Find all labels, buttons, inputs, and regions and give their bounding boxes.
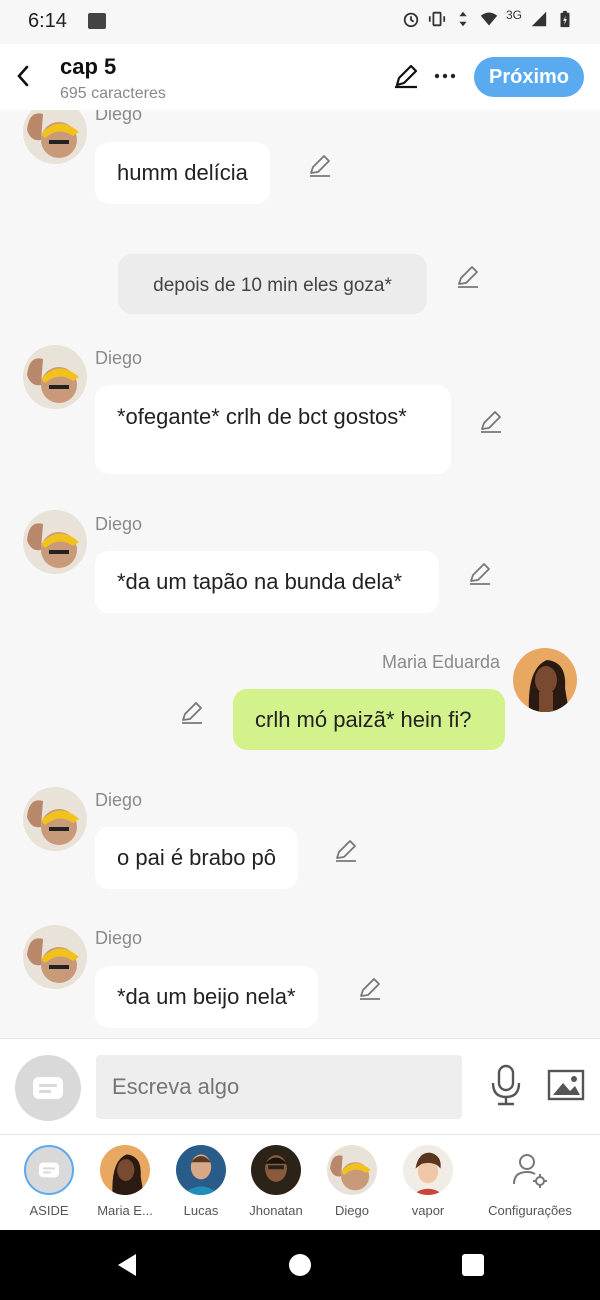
message-bubble[interactable]: humm delícia [95,142,270,204]
avatar-diego[interactable] [23,110,87,164]
more-dots-icon [434,73,456,79]
avatar [176,1145,226,1195]
sender-name: Diego [95,928,143,948]
nav-recents-icon[interactable] [462,1254,484,1276]
avatar [251,1145,301,1195]
message-bubble[interactable]: *da um beijo nela* [95,966,318,1028]
vibrate-icon [428,11,446,27]
character-label: Lucas [183,1203,219,1218]
message-bubble[interactable]: o pai é brabo pô [95,827,299,889]
status-time: 6:14 [28,10,67,32]
sender-name: Diego [95,348,143,368]
microphone-icon[interactable] [486,1063,526,1107]
chevron-left-icon [17,65,29,87]
edit-message-icon[interactable] [455,263,481,289]
avatar [327,1145,377,1195]
sender-name: Diego [95,790,143,810]
avatar [100,1145,150,1195]
message-list[interactable]: Diego humm delícia depois de 10 min eles… [0,110,600,1038]
aside-message-icon [33,1077,63,1099]
image-upload-icon[interactable] [546,1067,586,1103]
character-lucas[interactable]: Lucas [163,1145,239,1227]
character-vapor[interactable]: vapor [390,1145,466,1227]
composer [0,1038,600,1134]
avatar-diego[interactable] [23,510,87,574]
avatar-diego[interactable] [23,345,87,409]
status-icons: 3G [402,8,574,28]
character-aside[interactable]: ASIDE [11,1145,87,1227]
user-settings-icon [513,1154,547,1188]
character-label: Maria E... [97,1203,153,1218]
nav-home-icon[interactable] [289,1254,311,1276]
image-notification-icon [88,13,106,29]
character-jhonatan[interactable]: Jhonatan [238,1145,314,1227]
network-type: 3G [505,8,522,22]
avatar-diego[interactable] [23,787,87,851]
edit-message-icon[interactable] [478,408,504,434]
character-label: ASIDE [29,1203,69,1218]
pencil-icon[interactable] [392,62,420,90]
aside-toggle-button[interactable] [15,1055,81,1121]
sender-name: Diego [95,514,143,534]
settings-button[interactable]: Configurações [478,1145,582,1227]
more-options-button[interactable] [430,62,460,90]
header: cap 5 695 caracteres Próximo [0,44,600,110]
nav-back-icon[interactable] [114,1252,140,1278]
aside-avatar [24,1145,74,1195]
sender-name: Maria Eduarda [382,652,501,672]
battery-icon [560,10,570,28]
wifi-icon [480,12,498,26]
settings-icon-wrap [505,1145,555,1195]
character-count: 695 caracteres [60,85,166,102]
aside-message-icon [39,1162,59,1178]
message-bubble[interactable]: *da um tapão na bunda dela* [95,551,439,613]
avatar [403,1145,453,1195]
page-title: cap 5 [60,54,117,79]
edit-message-icon[interactable] [307,152,333,178]
character-bar: ASIDE Maria E... Lucas Jhonatan Diego va… [0,1134,600,1230]
message-bubble[interactable]: *ofegante* crlh de bct gostos* [95,385,451,474]
next-button[interactable]: Próximo [474,57,584,97]
message-input[interactable] [96,1055,462,1119]
data-arrows-icon [459,11,467,27]
avatar-maria-eduarda[interactable] [513,648,577,712]
character-diego[interactable]: Diego [314,1145,390,1227]
edit-message-icon[interactable] [179,699,205,725]
back-button[interactable] [10,58,36,94]
own-message-bubble[interactable]: crlh mó paizã* hein fi? [233,689,505,750]
character-label: Configurações [488,1203,572,1218]
character-label: vapor [411,1203,445,1218]
narration-bubble[interactable]: depois de 10 min eles goza* [118,254,427,314]
edit-message-icon[interactable] [333,837,359,863]
edit-message-icon[interactable] [357,975,383,1001]
sender-name: Diego [95,110,143,124]
character-label: Diego [335,1203,369,1218]
alarm-icon [403,12,419,28]
signal-icon [531,11,547,27]
edit-message-icon[interactable] [467,560,493,586]
status-bar: 6:14 3G [0,0,600,44]
character-label: Jhonatan [249,1203,303,1218]
avatar-diego[interactable] [23,925,87,989]
system-nav-bar [0,1230,600,1300]
character-maria[interactable]: Maria E... [87,1145,163,1227]
